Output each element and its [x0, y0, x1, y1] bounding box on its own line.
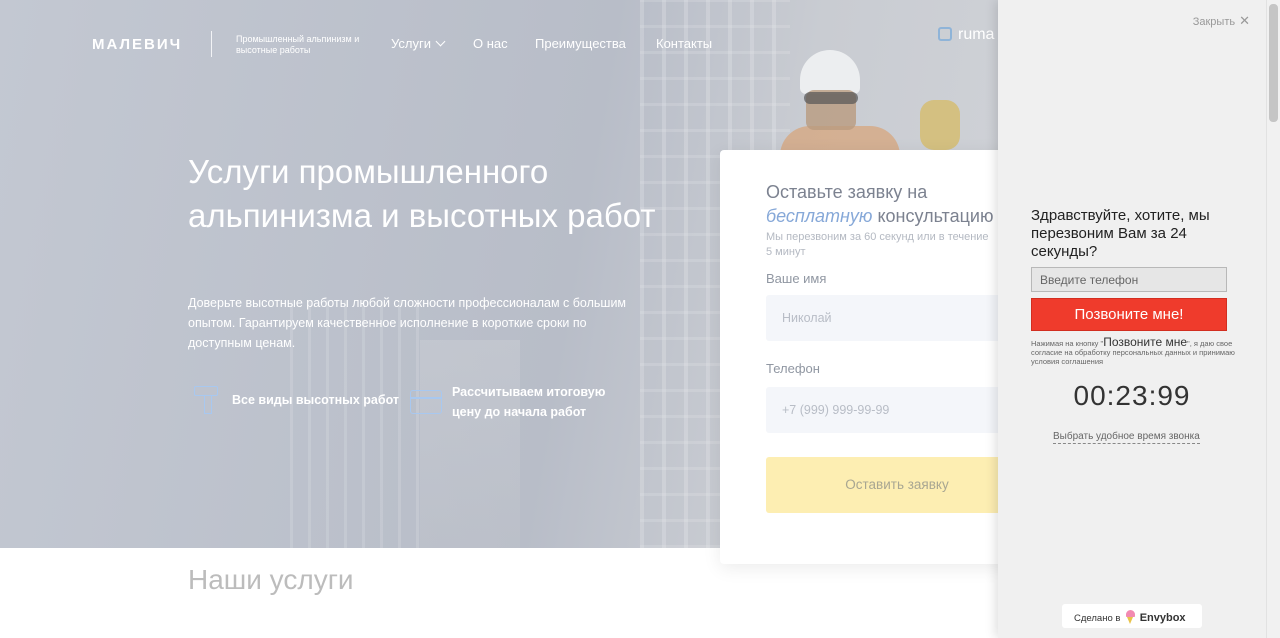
consent-button-name: Позвоните мне [1103, 335, 1188, 349]
logo-divider [211, 31, 212, 57]
made-by-prefix: Сделано в [1074, 613, 1121, 624]
widget-greeting: Здравствуйте, хотите, мы перезвоним Вам … [1031, 207, 1210, 260]
services-section-title: Наши услуги [188, 564, 354, 595]
chevron-down-icon [435, 36, 446, 47]
envybox-logo-icon [1125, 610, 1136, 624]
page-scrollbar[interactable] [1266, 0, 1280, 638]
feature-text: Все виды высотных работ [232, 393, 400, 407]
form-title-line1: Оставьте заявку на [766, 182, 928, 202]
name-label: Ваше имя [766, 271, 827, 286]
consent-text-before: Нажимая на кнопку " [1031, 339, 1104, 348]
submit-request-button[interactable]: Оставить заявку [766, 457, 1028, 513]
paint-roller-icon [192, 384, 222, 416]
form-subtitle: Мы перезвоним за 60 секунд или в течение… [766, 231, 989, 258]
widget-close-button[interactable]: Закрыть ✕ [1193, 13, 1250, 29]
close-icon: ✕ [1239, 13, 1250, 28]
scrollbar-thumb[interactable] [1269, 4, 1278, 122]
callback-widget: Закрыть ✕ Здравствуйте, хотите, мы перезв… [998, 0, 1266, 638]
hero-description: Доверьте высотные работы любой сложности… [188, 296, 627, 350]
close-label: Закрыть [1192, 16, 1236, 28]
nav-item-advantages[interactable]: Преимущества [535, 36, 626, 51]
contact-icon [938, 27, 952, 41]
credit-card-icon [410, 390, 442, 414]
form-title-line2: консультацию [877, 206, 994, 226]
countdown-timer: 00:23:99 [1073, 380, 1191, 411]
nav-item-contacts[interactable]: Контакты [656, 36, 712, 51]
phone-label: Телефон [766, 361, 820, 376]
form-title-emphasis: бесплатную [766, 206, 873, 226]
widget-phone-input[interactable]: Введите телефон [1031, 267, 1227, 292]
nav-item-services[interactable]: Услуги [391, 36, 446, 51]
made-by-envybox[interactable]: Сделано в Envybox [1062, 604, 1202, 628]
nav-item-label: Услуги [391, 36, 431, 51]
choose-time-link[interactable]: Выбрать удобное время звонка [1053, 431, 1200, 444]
background-building [420, 340, 520, 548]
feature-all-works: Все виды высотных работ [192, 384, 399, 416]
header-contact-text: ruma [958, 26, 995, 43]
logo-tagline: Промышленный альпинизм и высотные работы [236, 34, 360, 55]
consent-text: Нажимая на кнопку "Позвоните мне", я даю… [1031, 335, 1236, 366]
made-by-brand: Envybox [1139, 612, 1186, 624]
hero-title: Услуги промышленного альпинизма и высотн… [188, 153, 656, 234]
call-me-button[interactable]: Позвоните мне! [1031, 298, 1227, 331]
site-logo[interactable]: МАЛЕВИЧ [92, 36, 182, 53]
nav-item-about[interactable]: О нас [473, 36, 508, 51]
feature-price: Рассчитываем итоговую цену до начала раб… [410, 382, 612, 422]
feature-text: Рассчитываем итоговую цену до начала раб… [452, 385, 606, 419]
